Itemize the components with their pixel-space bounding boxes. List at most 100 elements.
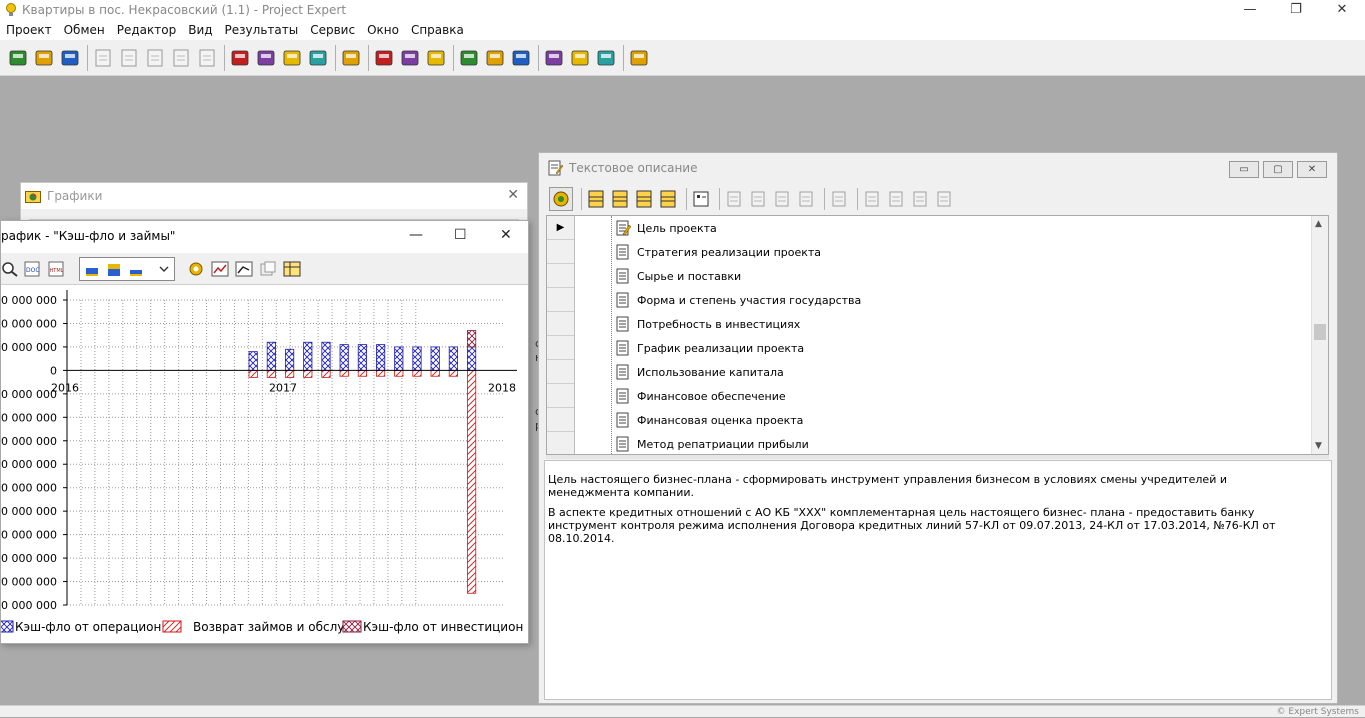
chart-minimize-button[interactable]: — xyxy=(409,227,423,243)
zoom-icon[interactable] xyxy=(1,261,19,277)
charts-window-close-button[interactable]: ✕ xyxy=(507,187,519,203)
package-icon[interactable] xyxy=(306,46,330,70)
text-window-close-button[interactable]: ✕ xyxy=(1297,161,1327,178)
doc-icon[interactable]: DOC xyxy=(23,261,41,277)
outline-item[interactable]: Потребность в инвестициях xyxy=(615,312,800,336)
pl-report-icon[interactable] xyxy=(372,46,396,70)
menu-editor[interactable]: Редактор xyxy=(111,23,182,37)
open-folder-icon[interactable] xyxy=(32,46,56,70)
app-close-button[interactable]: ✕ xyxy=(1319,0,1365,19)
menu-project[interactable]: Проект xyxy=(0,23,58,37)
outline-scrollbar[interactable]: ▲ ▼ xyxy=(1311,216,1328,454)
row-selector[interactable] xyxy=(547,264,575,288)
bs-report-icon[interactable] xyxy=(424,46,448,70)
row-selector[interactable] xyxy=(547,336,575,360)
list-icon-4[interactable] xyxy=(658,189,678,209)
export-chart-icon[interactable] xyxy=(235,261,253,277)
charts-icon[interactable] xyxy=(509,46,533,70)
export-xls-icon[interactable] xyxy=(195,46,219,70)
row-selector[interactable] xyxy=(547,432,575,454)
panel-splitter[interactable] xyxy=(546,455,1329,459)
cut-icon[interactable] xyxy=(748,189,768,209)
format-icon-1[interactable] xyxy=(862,189,882,209)
cashflow-chart-window[interactable]: рафик - "Кэш-фло и займы" — ☐ ✕ DOC HTML xyxy=(0,220,529,644)
menu-window[interactable]: Окно xyxy=(361,23,405,37)
scroll-thumb[interactable] xyxy=(1314,324,1326,340)
app-restore-button[interactable]: ❐ xyxy=(1273,0,1319,19)
analysis-icon[interactable] xyxy=(457,46,481,70)
menu-results[interactable]: Результаты xyxy=(219,23,305,37)
menu-help[interactable]: Справка xyxy=(405,23,470,37)
menu-service[interactable]: Сервис xyxy=(304,23,361,37)
tasks-icon[interactable] xyxy=(594,46,618,70)
settings-icon[interactable] xyxy=(187,261,205,277)
outline-item[interactable]: Финансовое обеспечение xyxy=(615,384,786,408)
menu-exchange[interactable]: Обмен xyxy=(58,23,111,37)
charts-window-titlebar[interactable]: Графики ✕ xyxy=(21,183,527,209)
row-selector[interactable] xyxy=(547,288,575,312)
print-icon[interactable] xyxy=(829,189,849,209)
export-doc-icon[interactable] xyxy=(143,46,167,70)
chart-maximize-button[interactable]: ☐ xyxy=(454,227,467,243)
export-html-icon[interactable] xyxy=(169,46,193,70)
preview-icon[interactable] xyxy=(91,46,115,70)
menu-view[interactable]: Вид xyxy=(182,23,218,37)
row-selector[interactable] xyxy=(547,360,575,384)
print-icon[interactable] xyxy=(117,46,141,70)
calculate-icon[interactable] xyxy=(280,46,304,70)
tree-root-icon[interactable] xyxy=(549,187,573,211)
outline-item[interactable]: Форма и степень участия государства xyxy=(615,288,861,312)
project-check-icon[interactable] xyxy=(228,46,252,70)
outline-item[interactable]: Сырье и поставки xyxy=(615,264,741,288)
scroll-up-arrow[interactable]: ▲ xyxy=(1315,219,1322,229)
edit-pencil-icon[interactable] xyxy=(254,46,278,70)
outline-item[interactable]: График реализации проекта xyxy=(615,336,804,360)
outline-item-label: Цель проекта xyxy=(637,221,717,235)
row-selector[interactable] xyxy=(547,384,575,408)
bar-operating-cashflow xyxy=(248,351,258,371)
undo-icon[interactable] xyxy=(724,189,744,209)
outline-item[interactable]: Метод репатриации прибыли xyxy=(615,432,809,454)
report-icon[interactable] xyxy=(339,46,363,70)
roi-icon[interactable] xyxy=(542,46,566,70)
text-window-titlebar[interactable]: Текстовое описание ▭ ▢ ✕ xyxy=(539,153,1337,183)
row-selector[interactable] xyxy=(547,312,575,336)
format-icon-3[interactable] xyxy=(910,189,930,209)
list-icon-3[interactable] xyxy=(634,189,654,209)
cf-report-icon[interactable] xyxy=(398,46,422,70)
npv-icon[interactable] xyxy=(568,46,592,70)
save-icon[interactable] xyxy=(58,46,82,70)
text-window-restore-button[interactable]: ▢ xyxy=(1263,161,1293,178)
copy-icon[interactable] xyxy=(259,261,277,277)
html-icon[interactable]: HTML xyxy=(47,261,65,277)
new-project-icon[interactable] xyxy=(6,46,30,70)
table-view-icon[interactable] xyxy=(283,261,301,277)
app-minimize-button[interactable]: — xyxy=(1227,0,1273,19)
text-description-window[interactable]: Текстовое описание ▭ ▢ ✕ ▶ Цель проекта С… xyxy=(538,152,1338,704)
format-icon-4[interactable] xyxy=(934,189,954,209)
outline-item[interactable]: Финансовая оценка проекта xyxy=(615,408,803,432)
row-selector-active[interactable]: ▶ xyxy=(547,216,575,240)
scroll-down-arrow[interactable]: ▼ xyxy=(1315,441,1322,451)
bar-operating-cashflow xyxy=(375,344,386,371)
format-icon-2[interactable] xyxy=(886,189,906,209)
chart-type-dropdown[interactable] xyxy=(79,257,175,281)
copy-icon[interactable] xyxy=(772,189,792,209)
trend-icon[interactable] xyxy=(211,261,229,277)
row-selector[interactable] xyxy=(547,240,575,264)
outline-item[interactable]: Использование капитала xyxy=(615,360,784,384)
list-icon-2[interactable] xyxy=(610,189,630,209)
text-window-minimize-button[interactable]: ▭ xyxy=(1229,161,1259,178)
description-text-area[interactable]: Цель настоящего бизнес-плана - сформиров… xyxy=(544,460,1332,700)
row-selector[interactable] xyxy=(547,408,575,432)
list-icon-1[interactable] xyxy=(586,189,606,209)
outline-item[interactable]: Стратегия реализации проекта xyxy=(615,240,821,264)
chart-window-titlebar[interactable]: рафик - "Кэш-фло и займы" — ☐ ✕ xyxy=(1,221,528,253)
outline-tree[interactable]: ▶ Цель проекта Стратегия реализации проек… xyxy=(546,215,1329,455)
paste-icon[interactable] xyxy=(796,189,816,209)
calculator-icon[interactable] xyxy=(627,46,651,70)
chart-close-button[interactable]: ✕ xyxy=(500,227,512,243)
outline-item[interactable]: Цель проекта xyxy=(615,216,717,240)
properties-icon[interactable] xyxy=(691,189,711,209)
users-icon[interactable] xyxy=(483,46,507,70)
